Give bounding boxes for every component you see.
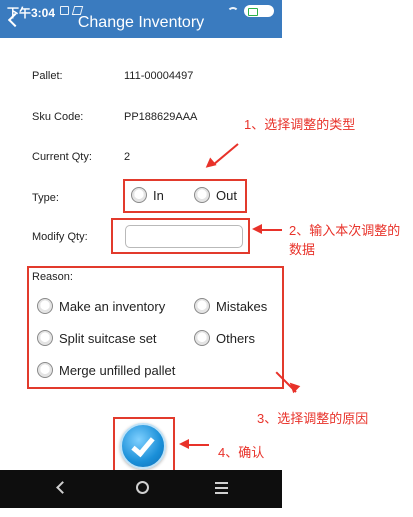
reason-make-inventory-radio[interactable]: Make an inventory bbox=[37, 298, 165, 314]
arrow-step3-head bbox=[286, 379, 301, 394]
annotation-step3: 3、选择调整的原因 bbox=[257, 411, 369, 426]
reason-split-suitcase-radio[interactable]: Split suitcase set bbox=[37, 330, 157, 346]
sku-label: Sku Code: bbox=[32, 111, 84, 123]
system-nav-bar bbox=[0, 470, 282, 508]
sku-value: PP188629AAA bbox=[124, 111, 198, 123]
modify-qty-label: Modify Qty: bbox=[32, 231, 88, 243]
reason-others-radio[interactable]: Others bbox=[194, 330, 255, 346]
type-out-label: Out bbox=[216, 187, 237, 203]
type-in-label: In bbox=[153, 187, 164, 203]
phone-screen: 下午3:04 Change Inventory Pallet: 111-0000… bbox=[0, 0, 284, 508]
page-title: Change Inventory bbox=[77, 14, 205, 31]
nav-back-icon[interactable] bbox=[56, 481, 69, 494]
radio-make-inventory-icon[interactable] bbox=[37, 298, 53, 314]
modify-qty-input[interactable] bbox=[125, 225, 243, 248]
reason-mistakes-radio[interactable]: Mistakes bbox=[194, 298, 267, 314]
current-qty-value: 2 bbox=[124, 151, 131, 163]
arrow-step4-head bbox=[179, 439, 189, 449]
annotation-step2-line2: 数据 bbox=[289, 242, 316, 257]
pallet-value: 111-00004497 bbox=[124, 70, 194, 82]
reason-merge-pallet-label: Merge unfilled pallet bbox=[59, 362, 176, 378]
arrow-step2-shaft bbox=[262, 229, 282, 231]
nav-home-icon[interactable] bbox=[136, 481, 149, 494]
reason-split-suitcase-label: Split suitcase set bbox=[59, 330, 157, 346]
type-in-radio[interactable]: In bbox=[131, 187, 164, 203]
annotation-step1: 1、选择调整的类型 bbox=[244, 117, 356, 132]
reason-label: Reason: bbox=[32, 271, 73, 283]
annotation-step4: 4、确认 bbox=[218, 445, 265, 460]
radio-out-icon[interactable] bbox=[194, 187, 210, 203]
nav-menu-icon[interactable] bbox=[215, 482, 228, 494]
current-qty-label: Current Qty: bbox=[32, 151, 92, 163]
confirm-button[interactable] bbox=[120, 423, 166, 469]
radio-merge-pallet-icon[interactable] bbox=[37, 362, 53, 378]
app-header: 下午3:04 Change Inventory bbox=[0, 0, 282, 38]
arrow-step4-shaft bbox=[189, 444, 209, 446]
radio-split-suitcase-icon[interactable] bbox=[37, 330, 53, 346]
radio-mistakes-icon[interactable] bbox=[194, 298, 210, 314]
reason-merge-pallet-radio[interactable]: Merge unfilled pallet bbox=[37, 362, 175, 378]
pallet-label: Pallet: bbox=[32, 70, 63, 82]
reason-make-inventory-label: Make an inventory bbox=[59, 298, 166, 314]
arrow-step2-head bbox=[252, 224, 262, 234]
reason-others-label: Others bbox=[216, 330, 256, 346]
radio-in-icon[interactable] bbox=[131, 187, 147, 203]
reason-mistakes-label: Mistakes bbox=[216, 298, 268, 314]
checkmark-icon bbox=[131, 432, 155, 458]
type-label: Type: bbox=[32, 192, 59, 204]
annotation-step2-line1: 2、输入本次调整的 bbox=[289, 223, 401, 238]
radio-others-icon[interactable] bbox=[194, 330, 210, 346]
type-out-radio[interactable]: Out bbox=[194, 187, 237, 203]
